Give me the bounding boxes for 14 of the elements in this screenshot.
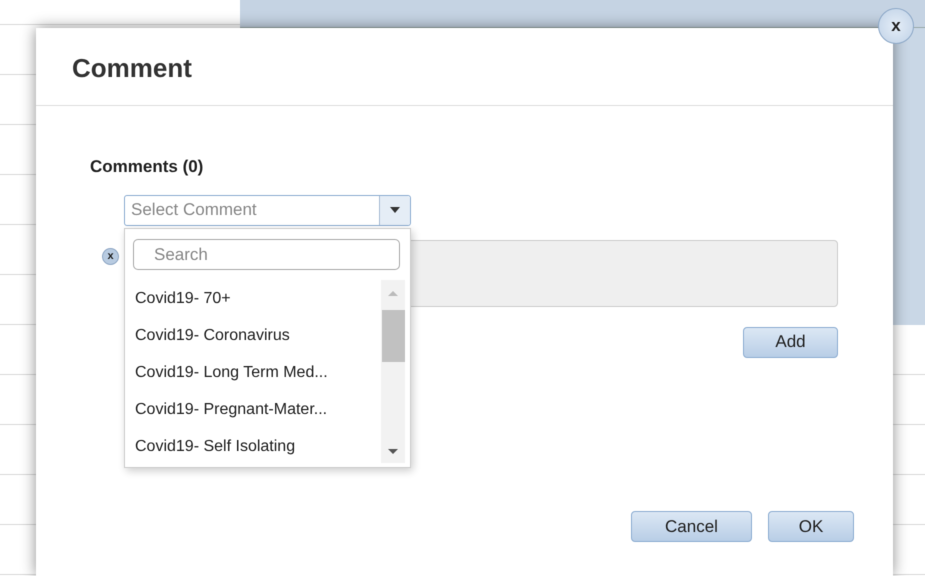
comment-option[interactable]: Covid19- Pregnant-Mater... — [125, 391, 381, 428]
comment-option[interactable]: Covid19- 70+ — [125, 280, 381, 317]
add-button[interactable]: Add — [743, 326, 838, 358]
comment-option[interactable]: Covid19- Self Isolating — [125, 428, 381, 465]
comment-option[interactable]: Covid19- Coronavirus — [125, 317, 381, 354]
comments-heading: Comments (0) — [90, 156, 204, 178]
clear-button[interactable]: x — [102, 248, 119, 264]
ok-button[interactable]: OK — [768, 511, 854, 542]
dialog-title: Comment — [72, 52, 193, 85]
caret-icon — [390, 207, 400, 213]
comment-option[interactable]: Covid19- Long Term Med... — [125, 354, 381, 391]
cancel-button[interactable]: Cancel — [631, 511, 752, 542]
comment-select[interactable]: Select Comment — [124, 194, 411, 226]
search-field[interactable]: Search — [133, 239, 400, 270]
